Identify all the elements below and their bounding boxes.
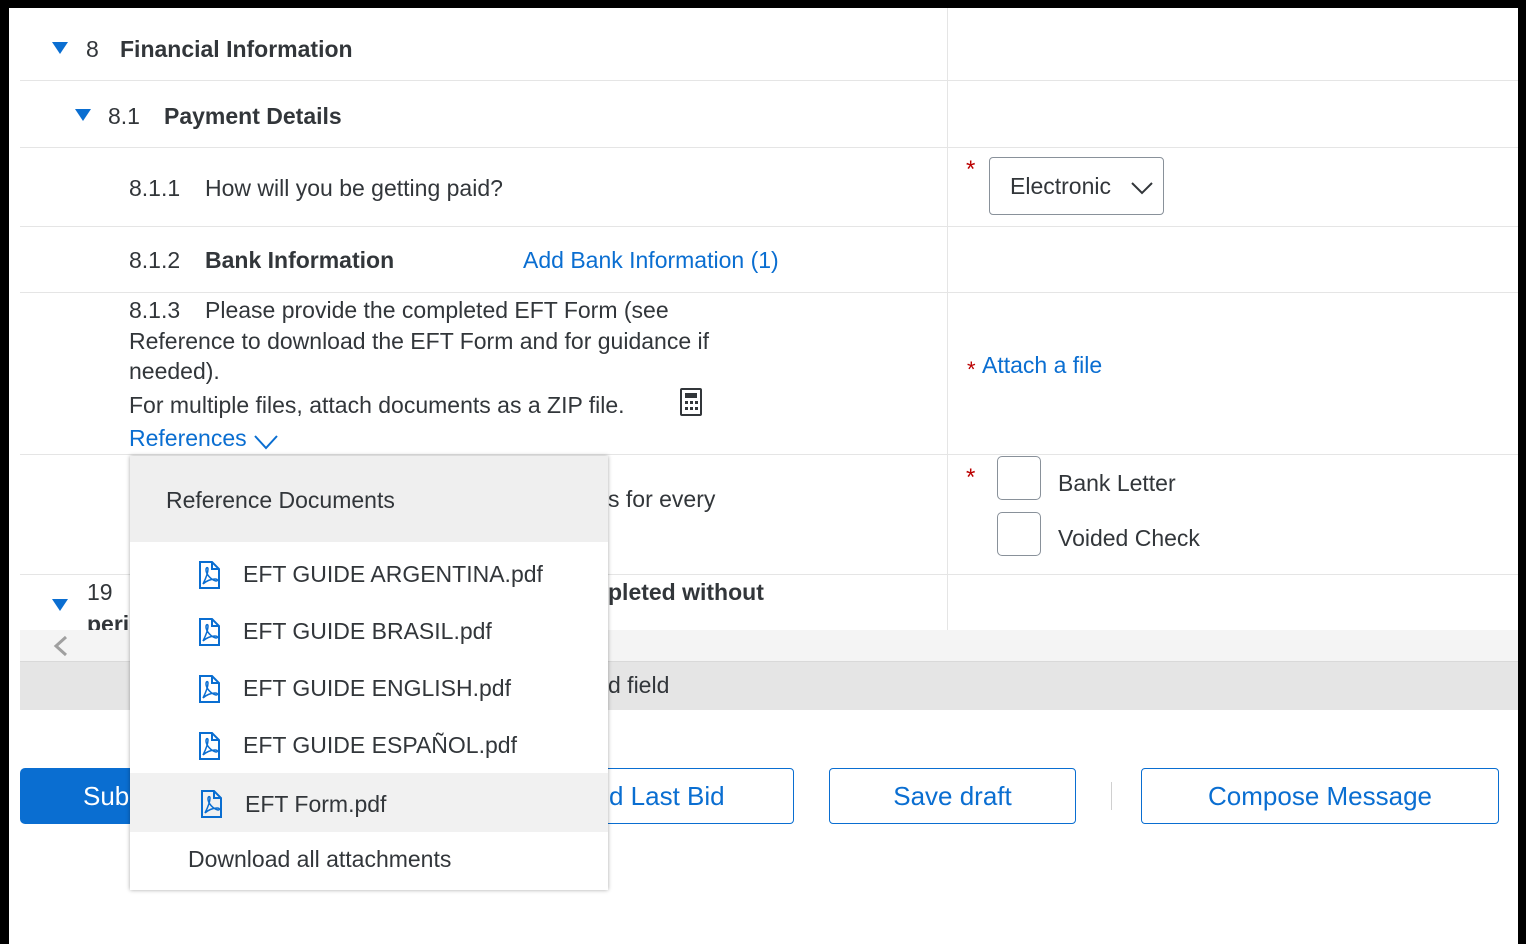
document-name: EFT GUIDE ESPAÑOL.pdf [243,732,517,758]
save-draft-button[interactable]: Save draft [829,768,1076,824]
popover-title: Reference Documents [166,487,395,513]
bank-letter-label: Bank Letter [1058,470,1176,496]
section-title-partial: peri [87,611,130,630]
question-text-partial: s for every [608,486,716,512]
collapse-triangle-icon[interactable] [52,42,68,54]
required-field-legend: d field [608,672,670,698]
document-name: EFT Form.pdf [245,791,387,817]
reference-document-item[interactable]: EFT Form.pdf [130,773,608,832]
pdf-file-icon [199,618,220,646]
section-title-payment: Payment Details [164,103,342,129]
question-number: 8.1.2 [129,247,181,273]
reference-document-item[interactable]: EFT GUIDE ESPAÑOL.pdf [130,717,608,774]
reference-document-item[interactable]: EFT GUIDE ENGLISH.pdf [130,660,608,717]
save-draft-button-label: Save draft [893,780,1012,811]
row-divider [20,147,1518,148]
scroll-left-icon[interactable] [52,634,70,658]
download-all-attachments-link[interactable]: Download all attachments [188,846,451,873]
section-title-partial: pleted without [608,579,764,605]
references-label: References [129,425,247,451]
calculator-icon[interactable] [679,388,703,416]
compose-message-button[interactable]: Compose Message [1141,768,1499,824]
question-text-line: needed). [129,358,220,384]
row-divider [20,226,1518,227]
required-asterisk: * [966,156,976,183]
attach-file-link[interactable]: Attach a file [982,351,1102,379]
references-link[interactable]: References [129,424,279,452]
section-title-financial: Financial Information [120,36,353,62]
bank-information-label: Bank Information [205,247,395,273]
collapse-triangle-icon[interactable] [75,109,91,121]
voided-check-label: Voided Check [1058,525,1200,551]
section-number: 8.1 [108,103,140,129]
section-number: 8 [86,36,99,62]
reference-document-item[interactable]: EFT GUIDE BRASIL.pdf [130,603,608,660]
document-name: EFT GUIDE ARGENTINA.pdf [243,561,543,587]
question-number: 8.1.1 [129,175,181,201]
pdf-file-icon [199,732,220,760]
reference-document-item[interactable]: EFT GUIDE ARGENTINA.pdf [130,546,608,603]
row-divider [20,454,1518,455]
button-separator [1111,782,1112,810]
pdf-file-icon [199,561,220,589]
pdf-file-icon [201,790,222,818]
section-number: 19 [87,579,113,605]
question-text-line: Please provide the completed EFT Form (s… [205,297,669,323]
question-text-line: For multiple files, attach documents as … [129,392,625,418]
payment-method-select[interactable]: Electronic [989,157,1164,215]
document-name: EFT GUIDE BRASIL.pdf [243,618,492,644]
pdf-file-icon [199,675,220,703]
submit-button-label: Sub [83,780,130,811]
required-asterisk: * [966,464,976,491]
question-text: How will you be getting paid? [205,175,503,201]
collapse-triangle-icon[interactable] [52,599,68,611]
chevron-down-icon [254,435,278,450]
last-bid-button-label: d Last Bid [609,780,725,811]
voided-check-checkbox[interactable] [997,512,1041,556]
required-asterisk: * [967,357,976,382]
column-divider [947,8,948,630]
compose-message-button-label: Compose Message [1208,780,1432,811]
row-divider [20,292,1518,293]
question-number: 8.1.3 [129,297,181,323]
bank-letter-checkbox[interactable] [997,456,1041,500]
question-text-line: Reference to download the EFT Form and f… [129,328,710,354]
row-divider [20,80,1518,81]
reference-documents-popover: Reference Documents EFT GUIDE ARGENTINA.… [130,456,608,890]
select-value: Electronic [1010,173,1111,199]
add-bank-information-link[interactable]: Add Bank Information (1) [523,246,779,274]
document-name: EFT GUIDE ENGLISH.pdf [243,675,511,701]
chevron-down-icon [1131,182,1153,195]
popover-header: Reference Documents [130,456,608,542]
